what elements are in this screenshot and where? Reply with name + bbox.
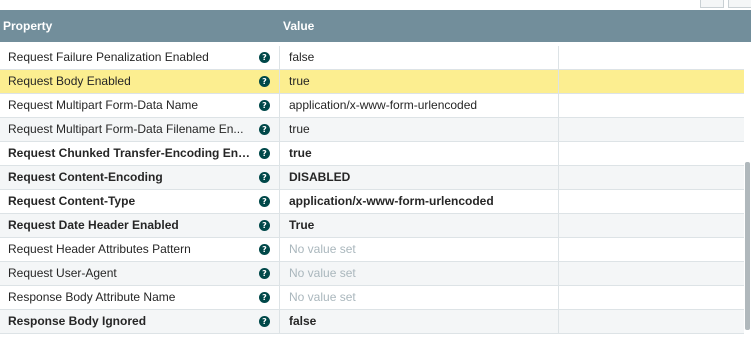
property-row[interactable]: Request Failure Penalization Enabled? fal… (0, 46, 751, 70)
property-name: Request Header Attributes Pattern (8, 242, 191, 256)
property-name: Response Body Attribute Name (8, 290, 176, 304)
property-value[interactable]: false (289, 310, 549, 333)
property-row[interactable]: Request Body Enabled? true (0, 70, 751, 94)
properties-table-panel: Property Value Request Failure Penalizat… (0, 0, 751, 359)
property-name: Request Chunked Transfer-Encoding Ena... (8, 146, 253, 160)
column-divider (558, 70, 559, 94)
property-name: Request Multipart Form-Data Name (8, 98, 199, 112)
property-value[interactable]: DISABLED (289, 166, 549, 189)
column-divider (279, 238, 280, 262)
column-divider (279, 118, 280, 142)
column-divider (558, 286, 559, 310)
column-divider (279, 214, 280, 238)
help-icon[interactable]: ? (259, 100, 270, 111)
property-name: Request Failure Penalization Enabled (8, 50, 209, 64)
column-divider (279, 166, 280, 190)
column-divider (558, 142, 559, 166)
column-divider (558, 118, 559, 142)
help-icon[interactable]: ? (259, 316, 270, 327)
column-divider (558, 94, 559, 118)
property-name: Response Body Ignored (8, 314, 147, 328)
property-row[interactable]: Response Body Ignored? false (0, 310, 751, 334)
column-divider (558, 262, 559, 286)
column-divider (558, 46, 559, 70)
column-divider (279, 46, 280, 70)
property-value-placeholder[interactable]: No value set (289, 286, 549, 309)
property-value[interactable]: true (289, 70, 549, 93)
property-row[interactable]: Response Body Attribute Name? No value se… (0, 286, 751, 310)
help-icon[interactable]: ? (259, 292, 270, 303)
column-divider (279, 286, 280, 310)
property-name: Request Multipart Form-Data Filename En.… (8, 122, 244, 136)
column-divider (279, 262, 280, 286)
column-divider (279, 310, 280, 334)
property-row[interactable]: Request User-Agent? No value set (0, 262, 751, 286)
column-divider (558, 238, 559, 262)
table-header: Property Value (0, 10, 751, 42)
column-divider (279, 70, 280, 94)
property-name: Request User-Agent (8, 266, 117, 280)
column-header-value[interactable]: Value (283, 10, 314, 42)
property-name: Request Content-Encoding (8, 170, 163, 184)
property-value[interactable]: false (289, 46, 549, 69)
help-icon[interactable]: ? (259, 196, 270, 207)
help-icon[interactable]: ? (259, 52, 270, 63)
help-icon[interactable]: ? (259, 172, 270, 183)
help-icon[interactable]: ? (259, 148, 270, 159)
column-divider (279, 94, 280, 118)
property-row[interactable]: Request Content-Encoding? DISABLED (0, 166, 751, 190)
property-value-placeholder[interactable]: No value set (289, 238, 549, 261)
help-icon[interactable]: ? (259, 220, 270, 231)
scrollbar-thumb[interactable] (745, 162, 750, 330)
property-value[interactable]: true (289, 118, 549, 141)
property-value[interactable]: True (289, 214, 549, 237)
help-icon[interactable]: ? (259, 124, 270, 135)
property-value[interactable]: true (289, 142, 549, 165)
column-divider (279, 190, 280, 214)
property-row[interactable]: Request Multipart Form-Data Name? applica… (0, 94, 751, 118)
column-divider (279, 142, 280, 166)
properties-grid: Request Failure Penalization Enabled? fal… (0, 46, 751, 334)
toolbar-button[interactable] (700, 0, 724, 8)
property-name: Request Content-Type (8, 194, 136, 208)
column-divider (558, 166, 559, 190)
help-icon[interactable]: ? (259, 244, 270, 255)
help-icon[interactable]: ? (259, 76, 270, 87)
property-value[interactable]: application/x-www-form-urlencoded (289, 190, 549, 213)
toolbar-button[interactable] (728, 0, 751, 8)
property-row[interactable]: Request Date Header Enabled? True (0, 214, 751, 238)
property-name: Request Body Enabled (8, 74, 131, 88)
column-divider (558, 310, 559, 334)
property-row[interactable]: Request Multipart Form-Data Filename En.… (0, 118, 751, 142)
property-value-placeholder[interactable]: No value set (289, 262, 549, 285)
property-row[interactable]: Request Header Attributes Pattern? No val… (0, 238, 751, 262)
property-row[interactable]: Request Chunked Transfer-Encoding Ena...… (0, 142, 751, 166)
property-name: Request Date Header Enabled (8, 218, 179, 232)
top-strip (0, 0, 751, 10)
column-divider (558, 190, 559, 214)
column-header-property[interactable]: Property (3, 10, 52, 42)
property-value[interactable]: application/x-www-form-urlencoded (289, 94, 549, 117)
help-icon[interactable]: ? (259, 268, 270, 279)
property-row[interactable]: Request Content-Type? application/x-www-f… (0, 190, 751, 214)
column-divider (558, 214, 559, 238)
